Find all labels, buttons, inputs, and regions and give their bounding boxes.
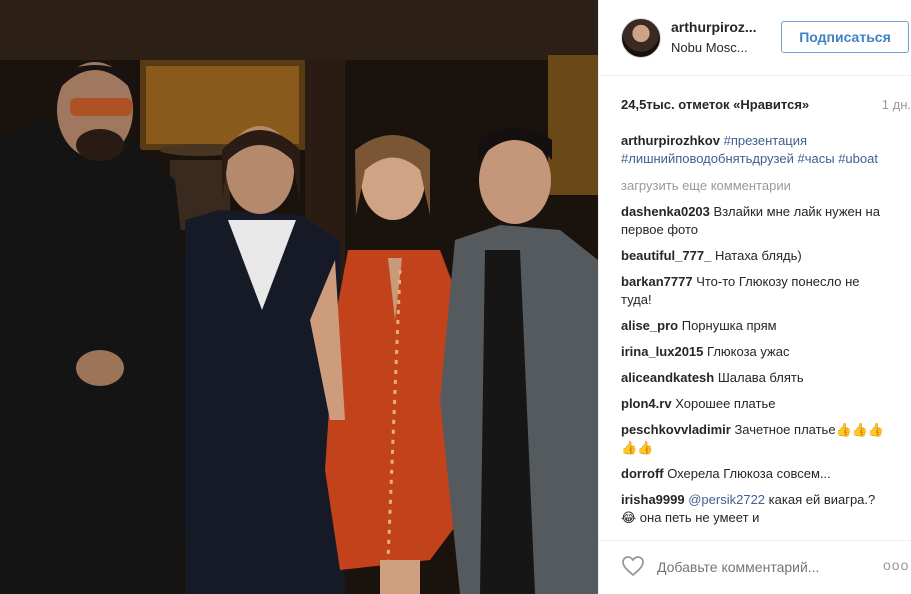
comment: irina_lux2015 Глюкоза ужас [621, 343, 891, 361]
comment-username[interactable]: aliceandkatesh [621, 370, 714, 385]
hashtag[interactable]: #uboat [838, 151, 878, 166]
comment-username[interactable]: barkan7777 [621, 274, 693, 289]
comment-mention[interactable]: @persik2722 [688, 492, 765, 507]
comment-text: Охерела Глюкоза совсем... [667, 466, 831, 481]
post-username[interactable]: arthurpiroz... [671, 19, 771, 35]
comment-text: Шалава блять [717, 370, 804, 385]
comment-username[interactable]: plon4.rv [621, 396, 672, 411]
post-side-panel: arthurpiroz... Nobu Mosc... Подписаться … [598, 0, 911, 594]
comment: dashenka0203 Взлайки мне лайк нужен на п… [621, 203, 891, 239]
comment: peschkovvladimir Зачетное платье👍👍👍👍👍 [621, 421, 891, 457]
comment-text: Хорошее платье [675, 396, 776, 411]
comment-username[interactable]: irisha9999 [621, 492, 685, 507]
hashtag[interactable]: #лишнийповодобнятьдрузей [621, 151, 794, 166]
user-avatar[interactable] [621, 18, 661, 58]
comment: plon4.rv Хорошее платье [621, 395, 891, 413]
comment-text: Глюкоза ужас [707, 344, 790, 359]
comment-username[interactable]: peschkovvladimir [621, 422, 731, 437]
comment-text: Порнушка прям [681, 318, 777, 333]
post-footer: ooo [599, 540, 911, 594]
comments-list: arthurpirozhkov #презентация #лишнийпово… [621, 132, 891, 532]
caption-username[interactable]: arthurpirozhkov [621, 133, 720, 148]
post-location[interactable]: Nobu Mosc... [671, 40, 771, 55]
likes-row: 24,5тыс. отметок «Нравится» 1 дн. [621, 97, 911, 115]
comment: aliceandkatesh Шалава блять [621, 369, 891, 387]
post-photo[interactable] [0, 0, 598, 594]
post-caption: arthurpirozhkov #презентация #лишнийпово… [621, 132, 891, 168]
hashtag[interactable]: #часы [798, 151, 835, 166]
add-comment-input[interactable] [657, 557, 857, 577]
comment: alise_pro Порнушка прям [621, 317, 891, 335]
comment-username[interactable]: dorroff [621, 466, 664, 481]
comment: dorroff Охерела Глюкоза совсем... [621, 465, 891, 483]
follow-button[interactable]: Подписаться [781, 21, 909, 53]
photo-illustration [0, 0, 598, 594]
post-header: arthurpiroz... Nobu Mosc... Подписаться [599, 0, 911, 76]
comment-username[interactable]: beautiful_777_ [621, 248, 711, 263]
more-options-icon[interactable]: ooo [883, 557, 909, 573]
heart-outline-icon[interactable] [621, 555, 645, 577]
likes-count[interactable]: 24,5тыс. отметок «Нравится» [621, 97, 809, 112]
comment-username[interactable]: alise_pro [621, 318, 678, 333]
comment-username[interactable]: irina_lux2015 [621, 344, 703, 359]
comment: irisha9999 @persik2722 какая ей виагра.?… [621, 491, 891, 527]
comment: barkan7777 Что-то Глюкозу понесло не туд… [621, 273, 891, 309]
comment-text: Натаха блядь) [714, 248, 802, 263]
post-age[interactable]: 1 дн. [882, 97, 911, 112]
comment-username[interactable]: dashenka0203 [621, 204, 710, 219]
hashtag[interactable]: #презентация [724, 133, 807, 148]
load-more-comments[interactable]: загрузить еще комментарии [621, 177, 891, 195]
comment: beautiful_777_ Натаха блядь) [621, 247, 891, 265]
